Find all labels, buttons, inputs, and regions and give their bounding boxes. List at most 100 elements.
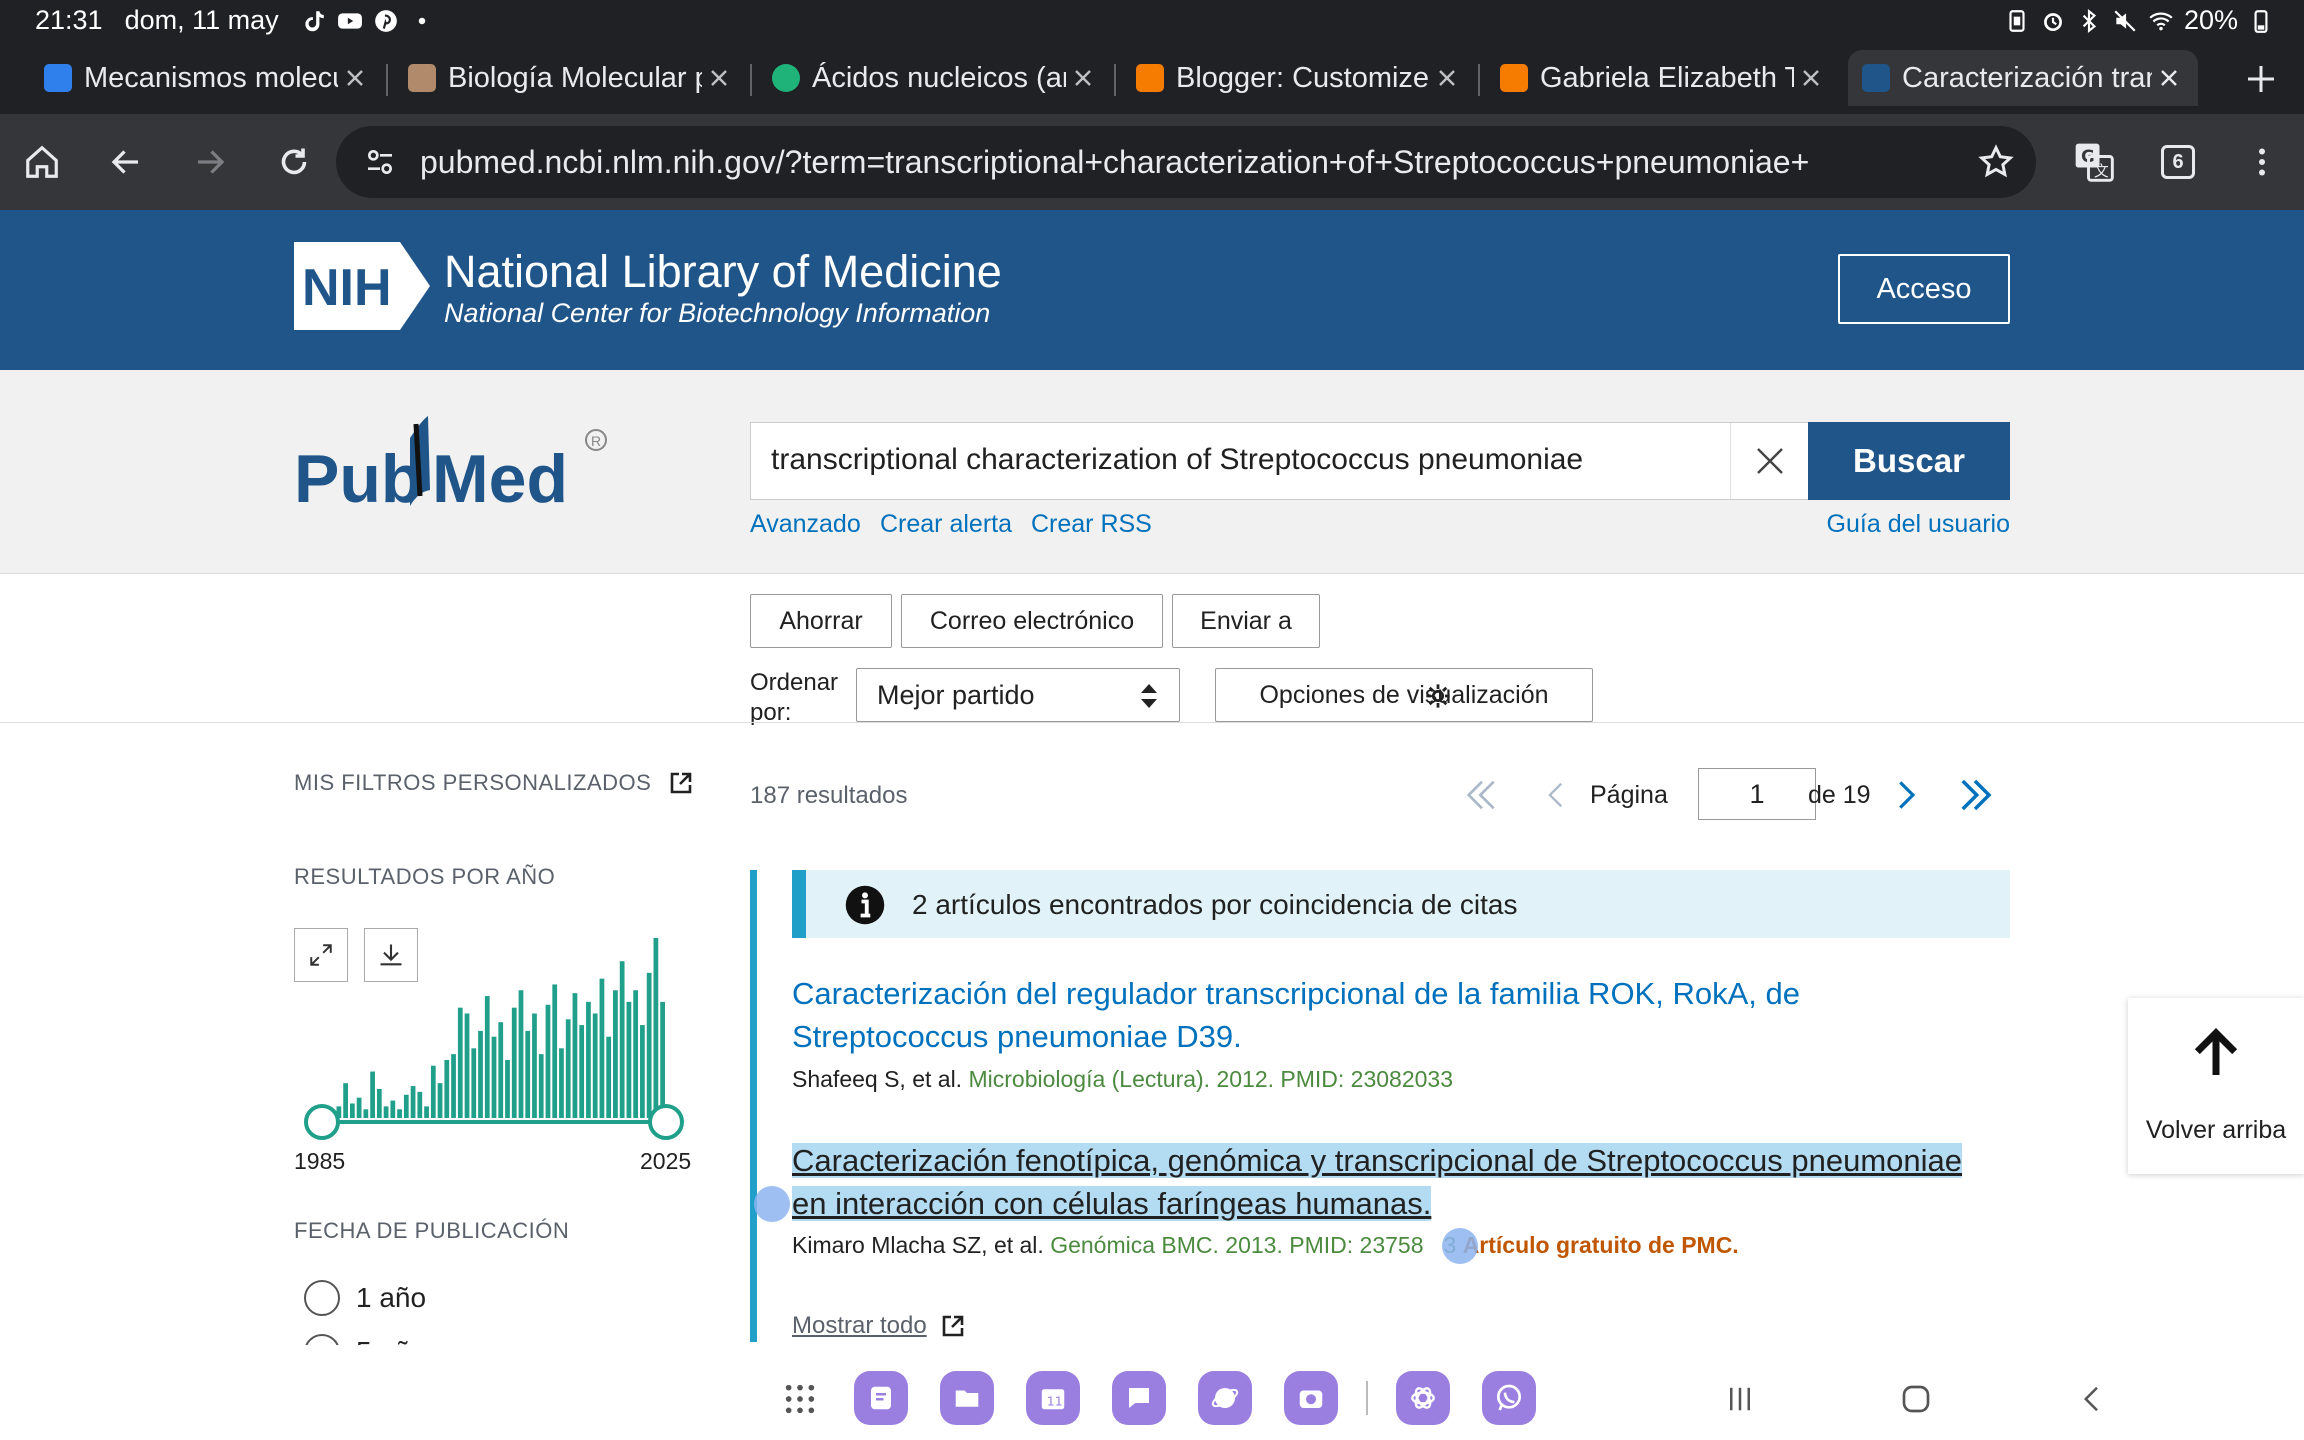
- year-bar[interactable]: [451, 1054, 456, 1118]
- show-all-link[interactable]: Mostrar todo: [792, 1312, 965, 1340]
- year-bar[interactable]: [349, 1103, 355, 1118]
- range-start-handle[interactable]: [304, 1104, 340, 1140]
- year-bar[interactable]: [417, 1091, 423, 1118]
- menu-button[interactable]: [2234, 134, 2290, 190]
- year-bar[interactable]: [545, 1004, 551, 1118]
- year-bar[interactable]: [410, 1086, 416, 1118]
- close-tab-icon[interactable]: [1794, 61, 1828, 95]
- year-bar[interactable]: [613, 990, 618, 1118]
- year-bar[interactable]: [356, 1097, 362, 1118]
- year-bar[interactable]: [343, 1083, 348, 1118]
- year-bar[interactable]: [498, 1022, 504, 1118]
- save-button[interactable]: Ahorrar: [750, 594, 892, 648]
- next-page-button[interactable]: [1886, 768, 1924, 822]
- close-tab-icon[interactable]: [1066, 61, 1100, 95]
- year-bar[interactable]: [370, 1071, 375, 1118]
- whatsapp-app-icon[interactable]: [1482, 1371, 1536, 1425]
- free-pmc-badge[interactable]: Artículo gratuito de PMC.: [1463, 1232, 1739, 1258]
- results-by-year-chart[interactable]: [294, 920, 700, 1140]
- year-bar[interactable]: [552, 984, 558, 1118]
- year-bar[interactable]: [579, 1025, 585, 1118]
- year-bar[interactable]: [478, 1030, 483, 1118]
- year-bar[interactable]: [538, 1054, 544, 1118]
- radio-button[interactable]: [304, 1280, 340, 1316]
- send-to-button[interactable]: Enviar a: [1172, 594, 1320, 648]
- year-bar[interactable]: [586, 1001, 591, 1118]
- selection-start-handle[interactable]: [754, 1186, 790, 1222]
- camera-app-icon[interactable]: [1284, 1371, 1338, 1425]
- home-button[interactable]: [14, 134, 70, 190]
- files-app-icon[interactable]: [940, 1371, 994, 1425]
- browser-tab-2[interactable]: Biología Molecular pa: [408, 50, 736, 106]
- year-bar[interactable]: [397, 1109, 402, 1118]
- year-bar[interactable]: [653, 938, 659, 1118]
- reload-button[interactable]: [266, 134, 322, 190]
- result-title-1[interactable]: Caracterización del regulador transcripc…: [792, 972, 2012, 1058]
- recents-button[interactable]: [1714, 1373, 1766, 1425]
- year-bar[interactable]: [565, 1019, 571, 1118]
- year-bar[interactable]: [505, 1059, 510, 1118]
- nih-logo[interactable]: NIH: [294, 242, 430, 330]
- year-bar[interactable]: [606, 1036, 612, 1118]
- year-bar[interactable]: [511, 1007, 517, 1118]
- site-settings-icon[interactable]: [364, 146, 396, 178]
- translate-button[interactable]: G文: [2066, 134, 2122, 190]
- prev-page-button[interactable]: [1540, 768, 1574, 822]
- display-options-button[interactable]: Opciones de visualización: [1215, 668, 1593, 722]
- custom-filters-link[interactable]: MIS FILTROS PERSONALIZADOS: [294, 770, 693, 796]
- browser-tab-1[interactable]: Mecanismos molecula: [44, 50, 372, 106]
- create-alert-link[interactable]: Crear alerta: [880, 510, 1012, 539]
- first-page-button[interactable]: [1462, 768, 1502, 822]
- year-bar[interactable]: [424, 1106, 429, 1118]
- year-bar[interactable]: [646, 972, 652, 1118]
- bookmark-star-icon[interactable]: [1978, 144, 2014, 180]
- year-bar[interactable]: [626, 1001, 632, 1118]
- new-tab-button[interactable]: [2238, 56, 2284, 102]
- year-bar[interactable]: [619, 961, 625, 1118]
- create-rss-link[interactable]: Crear RSS: [1031, 510, 1152, 539]
- year-bar[interactable]: [471, 1048, 477, 1118]
- year-bar[interactable]: [457, 1007, 463, 1118]
- year-bar[interactable]: [640, 1025, 645, 1118]
- pubmed-logo[interactable]: Pub Med R: [292, 410, 622, 520]
- back-to-top-button[interactable]: Volver arriba: [2128, 998, 2304, 1174]
- year-bar[interactable]: [484, 996, 490, 1118]
- email-button[interactable]: Correo electrónico: [901, 594, 1163, 648]
- year-bar[interactable]: [464, 1013, 470, 1118]
- search-input[interactable]: transcriptional characterization of Stre…: [750, 422, 1808, 500]
- back-nav-button[interactable]: [2066, 1373, 2118, 1425]
- selection-end-handle[interactable]: [1442, 1228, 1478, 1264]
- browser-tab-3[interactable]: Ácidos nucleicos (artí: [772, 50, 1100, 106]
- year-bar[interactable]: [592, 1013, 598, 1118]
- year-bar[interactable]: [390, 1100, 396, 1118]
- year-bar[interactable]: [559, 1048, 564, 1118]
- notes-app-icon[interactable]: [854, 1371, 908, 1425]
- browser-tab-5[interactable]: Gabriela Elizabeth Titı: [1500, 50, 1828, 106]
- range-end-handle[interactable]: [648, 1104, 684, 1140]
- close-tab-icon[interactable]: [2152, 61, 2186, 95]
- close-tab-icon[interactable]: [338, 61, 372, 95]
- login-button[interactable]: Acceso: [1838, 254, 2010, 324]
- year-bar[interactable]: [518, 990, 524, 1118]
- result-title-2[interactable]: Caracterización fenotípica, genómica y t…: [792, 1139, 2012, 1225]
- forward-button[interactable]: [182, 134, 238, 190]
- browser-tab-4[interactable]: Blogger: Customizer: [1136, 50, 1464, 106]
- year-bar[interactable]: [525, 1030, 531, 1118]
- year-bar[interactable]: [444, 1059, 450, 1118]
- tab-switcher-button[interactable]: 6: [2150, 134, 2206, 190]
- year-bar[interactable]: [599, 978, 605, 1118]
- clear-search-button[interactable]: [1730, 423, 1808, 499]
- home-nav-button[interactable]: [1890, 1373, 1942, 1425]
- year-bar[interactable]: [376, 1088, 382, 1118]
- filter-1-year[interactable]: 1 año: [304, 1280, 426, 1316]
- page-number-input[interactable]: 1: [1698, 768, 1816, 820]
- year-bar[interactable]: [572, 993, 578, 1118]
- back-button[interactable]: [98, 134, 154, 190]
- browser-app-icon[interactable]: [1198, 1371, 1252, 1425]
- address-bar[interactable]: pubmed.ncbi.nlm.nih.gov/?term=transcript…: [336, 126, 2036, 198]
- browser-tab-active[interactable]: Caracterización transı: [1848, 50, 2198, 106]
- year-bar[interactable]: [660, 1001, 665, 1118]
- year-bar[interactable]: [403, 1094, 409, 1118]
- last-page-button[interactable]: [1954, 768, 1996, 822]
- sort-select[interactable]: Mejor partido: [856, 668, 1180, 722]
